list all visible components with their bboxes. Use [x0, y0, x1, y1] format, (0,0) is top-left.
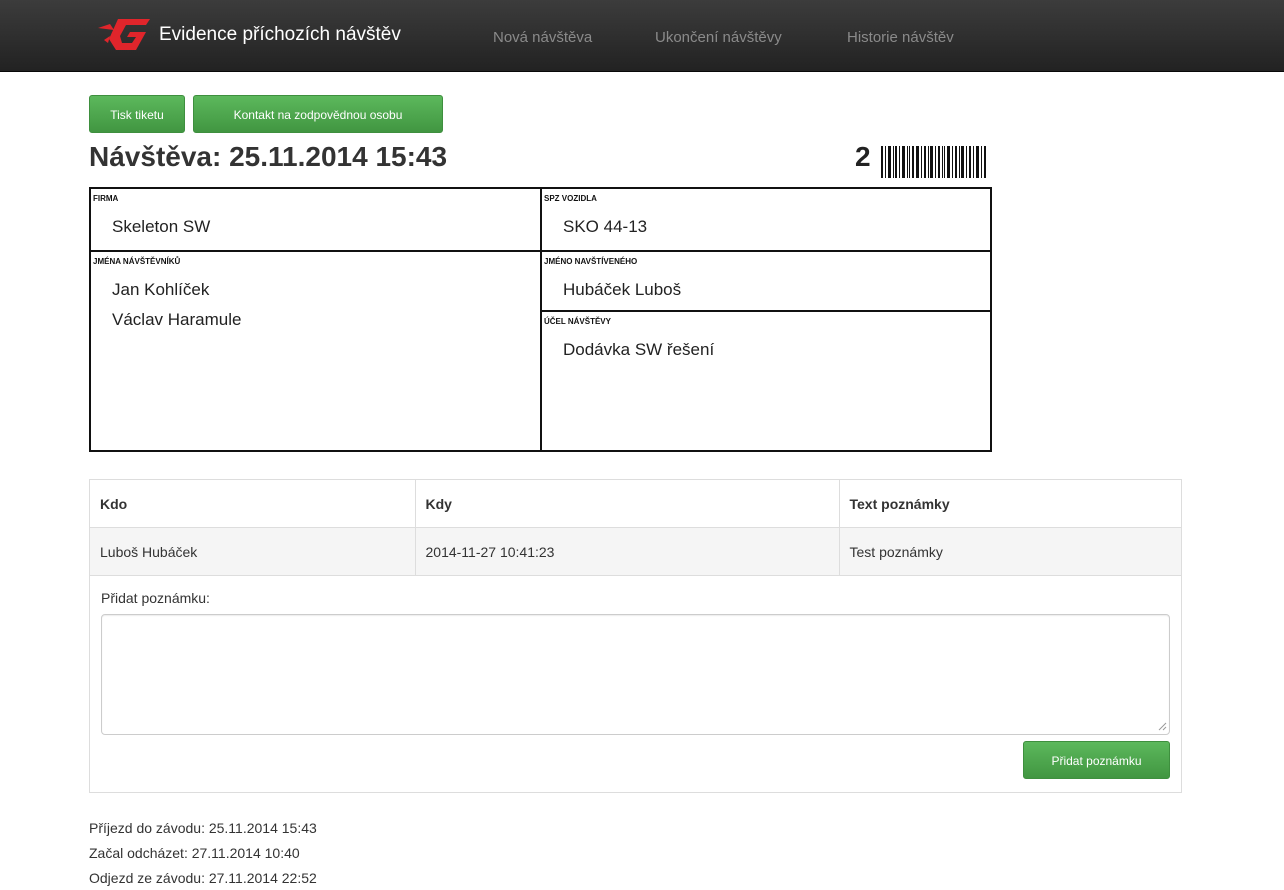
note-textarea[interactable]	[101, 614, 1170, 735]
notes-header-row: Kdo Kdy Text poznámky	[90, 480, 1181, 528]
add-note-label: Přidat poznámku:	[101, 590, 210, 606]
purpose-cell: ÚČEL NÁVŠTĚVY Dodávka SW řešení	[542, 312, 990, 450]
visitors-label: JMÉNA NÁVŠTĚVNÍKŮ	[93, 257, 181, 266]
purpose-label: ÚČEL NÁVŠTĚVY	[544, 317, 611, 326]
note-author: Luboš Hubáček	[90, 527, 416, 576]
contact-responsible-button[interactable]: Kontakt na zodpovědnou osobu	[193, 95, 443, 133]
host-label: JMÉNO NAVŠTÍVENÉHO	[544, 257, 638, 266]
visit-ticket: FIRMA Skeleton SW SPZ VOZIDLA SKO 44-13 …	[89, 187, 992, 452]
host-cell: JMÉNO NAVŠTÍVENÉHO Hubáček Luboš	[542, 252, 990, 310]
column-header-text: Text poznámky	[838, 480, 1181, 528]
barcode-icon	[881, 146, 986, 178]
plate-label: SPZ VOZIDLA	[544, 194, 597, 203]
table-row: Luboš Hubáček 2014-11-27 10:41:23 Test p…	[90, 527, 1181, 576]
top-navbar: Evidence příchozích návštěv Nová návštěv…	[0, 0, 1284, 72]
arrival-info: Příjezd do závodu: 25.11.2014 15:43	[89, 820, 317, 836]
ticket-number: 2	[855, 141, 871, 172]
note-timestamp: 2014-11-27 10:41:23	[414, 527, 840, 576]
nav-link-visit-history[interactable]: Historie návštěv	[847, 29, 954, 46]
leaving-start-info: Začal odcházet: 27.11.2014 10:40	[89, 845, 300, 861]
notes-panel: Kdo Kdy Text poznámky Luboš Hubáček 2014…	[89, 479, 1182, 793]
visitor-name: Václav Haramule	[112, 310, 242, 329]
column-header-when: Kdy	[414, 480, 840, 528]
departure-info: Odjezd ze závodu: 27.11.2014 22:52	[89, 870, 317, 886]
resize-grip-icon[interactable]	[1157, 721, 1167, 731]
company-cell: FIRMA Skeleton SW	[91, 189, 540, 250]
company-label: FIRMA	[93, 194, 119, 203]
column-header-who: Kdo	[90, 480, 416, 528]
visitors-cell: JMÉNA NÁVŠTĚVNÍKŮ Jan Kohlíček Václav Ha…	[91, 252, 540, 450]
company-value: Skeleton SW	[112, 217, 211, 236]
host-value: Hubáček Luboš	[563, 280, 682, 299]
notes-table: Kdo Kdy Text poznámky Luboš Hubáček 2014…	[90, 480, 1181, 576]
plate-value: SKO 44-13	[563, 217, 648, 236]
nav-link-new-visit[interactable]: Nová návštěva	[493, 29, 592, 46]
print-ticket-button[interactable]: Tisk tiketu	[89, 95, 185, 133]
nav-link-end-visit[interactable]: Ukončení návštěvy	[655, 29, 782, 46]
note-text: Test poznámky	[838, 527, 1181, 576]
visitor-name: Jan Kohlíček	[112, 280, 210, 299]
plate-cell: SPZ VOZIDLA SKO 44-13	[542, 189, 990, 250]
brand-logo-icon[interactable]	[96, 16, 152, 56]
purpose-value: Dodávka SW řešení	[563, 340, 715, 359]
add-note-button[interactable]: Přidat poznámku	[1023, 741, 1170, 779]
brand-title[interactable]: Evidence příchozích návštěv	[159, 24, 401, 46]
page-title: Návštěva: 25.11.2014 15:43	[89, 141, 448, 172]
